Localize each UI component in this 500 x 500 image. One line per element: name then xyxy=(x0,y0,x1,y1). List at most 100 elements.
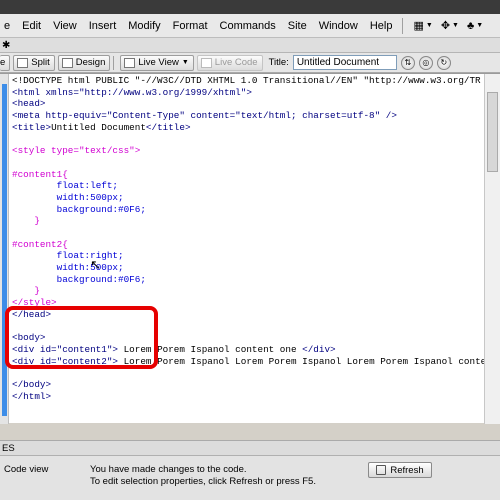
live-view-button[interactable]: Live View ▼ xyxy=(120,54,194,71)
gear-icon: ✥ xyxy=(440,20,451,32)
code-line[interactable]: background:#0F6; xyxy=(12,204,486,216)
code-token: width xyxy=(12,262,85,273)
chevron-down-icon: ▼ xyxy=(452,22,459,29)
code-line[interactable]: <head> xyxy=(12,98,486,110)
menu-modify[interactable]: Modify xyxy=(122,14,166,38)
code-line[interactable]: <style type="text/css"> xyxy=(12,145,486,157)
split-icon xyxy=(17,57,29,68)
code-token: </html> xyxy=(12,390,52,402)
refresh-label: Refresh xyxy=(390,464,424,476)
code-token: #content2{ xyxy=(12,238,68,250)
code-line[interactable]: </body> xyxy=(12,379,486,391)
extend-menu[interactable]: ✥ ▼ xyxy=(437,14,463,38)
menu-commands[interactable]: Commands xyxy=(214,14,282,38)
code-line[interactable]: #content2{ xyxy=(12,239,486,251)
refresh-icon[interactable]: ↻ xyxy=(436,55,451,70)
code-line[interactable]: width:500px; xyxy=(12,262,486,274)
chevron-down-icon: ▼ xyxy=(425,22,433,29)
code-token: </title> xyxy=(145,121,191,133)
code-line[interactable]: float:right; xyxy=(12,250,486,262)
file-management-icon[interactable]: ⇅ xyxy=(400,55,415,70)
properties-message-line1: You have made changes to the code. xyxy=(90,464,247,475)
code-line[interactable] xyxy=(12,227,486,239)
code-token: Lorem Porem Ispanol Lorem Porem Ispanol … xyxy=(118,355,487,367)
code-token: <head> xyxy=(12,98,46,110)
refresh-icon xyxy=(376,465,387,475)
code-token: <title> xyxy=(12,121,52,133)
chevron-down-icon: ▼ xyxy=(181,59,189,66)
code-token: #content1{ xyxy=(12,168,68,180)
menu-insert[interactable]: Insert xyxy=(83,14,123,38)
code-token: :#0F6; xyxy=(112,273,146,285)
code-line[interactable]: float:left; xyxy=(12,180,486,192)
menu-file[interactable]: e xyxy=(0,14,16,38)
properties-panel-title: ES xyxy=(2,443,15,454)
code-editor[interactable]: <!DOCTYPE html PUBLIC "-//W3C//DTD XHTML… xyxy=(0,73,500,424)
code-gutter xyxy=(0,74,9,424)
code-line[interactable] xyxy=(12,133,486,145)
code-view-label: e xyxy=(0,57,6,68)
document-toolbar: e Split Design Live View ▼ Live Code Tit… xyxy=(0,53,500,73)
split-view-button[interactable]: Split xyxy=(13,54,55,71)
mouse-cursor-icon: ↖ xyxy=(90,257,101,272)
properties-message-line2: To edit selection properties, click Refr… xyxy=(90,476,316,487)
code-line[interactable]: } xyxy=(12,215,486,227)
code-token: </body> xyxy=(12,378,52,390)
code-line[interactable]: } xyxy=(12,285,486,297)
menu-edit[interactable]: Edit xyxy=(16,14,47,38)
menu-window[interactable]: Window xyxy=(313,14,364,38)
design-label: Design xyxy=(75,57,106,68)
code-token: <style type="text/css"> xyxy=(12,145,141,157)
document-title-input[interactable] xyxy=(292,55,397,70)
code-line[interactable]: <meta http-equiv="Content-Type" content=… xyxy=(12,110,486,122)
menu-separator xyxy=(402,17,404,34)
design-icon xyxy=(61,57,73,68)
code-token: background xyxy=(12,203,113,215)
code-line[interactable]: #content1{ xyxy=(12,169,486,181)
split-label: Split xyxy=(31,57,50,68)
site-menu[interactable]: ♣ ▼ xyxy=(463,14,487,38)
code-token: float xyxy=(12,180,85,192)
code-token: </div> xyxy=(302,343,336,355)
code-line[interactable]: <html xmlns="http://www.w3.org/1999/xhtm… xyxy=(12,87,486,99)
menu-help[interactable]: Help xyxy=(364,14,399,38)
code-token: Untitled Document xyxy=(51,121,146,133)
code-token: } xyxy=(12,215,40,227)
code-line[interactable]: width:500px; xyxy=(12,192,486,204)
code-token: } xyxy=(12,285,40,297)
document-tab-bar: ✱ xyxy=(0,38,500,53)
live-code-icon xyxy=(200,57,212,68)
user-icon: ♣ xyxy=(466,19,475,32)
live-code-button[interactable]: Live Code xyxy=(196,54,263,71)
code-token: <html xmlns="http://www.w3.org/1999/xhtm… xyxy=(12,86,252,98)
chevron-down-icon: ▼ xyxy=(476,22,484,29)
preview-globe-icon[interactable]: ◎ xyxy=(418,55,433,70)
code-line[interactable]: <!DOCTYPE html PUBLIC "-//W3C//DTD XHTML… xyxy=(12,75,486,87)
refresh-button[interactable]: Refresh xyxy=(368,462,432,478)
window-title-strip xyxy=(0,0,500,14)
layout-menu[interactable]: ▦ ▼ xyxy=(409,14,436,38)
code-view-button[interactable]: e xyxy=(0,54,11,71)
code-token: <meta http-equiv="Content-Type" content=… xyxy=(12,110,397,122)
globe-icon xyxy=(124,57,136,68)
properties-panel-header[interactable]: ES xyxy=(0,440,500,456)
title-label: Title: xyxy=(268,57,289,68)
scrollbar-thumb[interactable] xyxy=(487,92,498,172)
code-token: :500px; xyxy=(84,191,124,203)
menu-view[interactable]: View xyxy=(47,14,83,38)
vertical-scrollbar[interactable] xyxy=(484,74,500,424)
document-tab-close[interactable]: ✱ xyxy=(0,40,10,51)
code-line[interactable]: </html> xyxy=(12,391,486,403)
properties-mode-label: Code view xyxy=(4,464,49,475)
code-line[interactable] xyxy=(12,157,486,169)
code-line[interactable]: background:#0F6; xyxy=(12,274,486,286)
code-token: :left; xyxy=(84,180,119,192)
code-line[interactable]: <title>Untitled Document</title> xyxy=(12,122,486,134)
design-view-button[interactable]: Design xyxy=(57,54,111,71)
toolbar-separator xyxy=(113,55,115,70)
menu-site[interactable]: Site xyxy=(282,14,313,38)
live-code-label: Live Code xyxy=(214,57,258,68)
menu-format[interactable]: Format xyxy=(167,14,214,38)
live-view-label: Live View xyxy=(138,57,179,68)
code-token: :#0F6; xyxy=(112,203,146,215)
